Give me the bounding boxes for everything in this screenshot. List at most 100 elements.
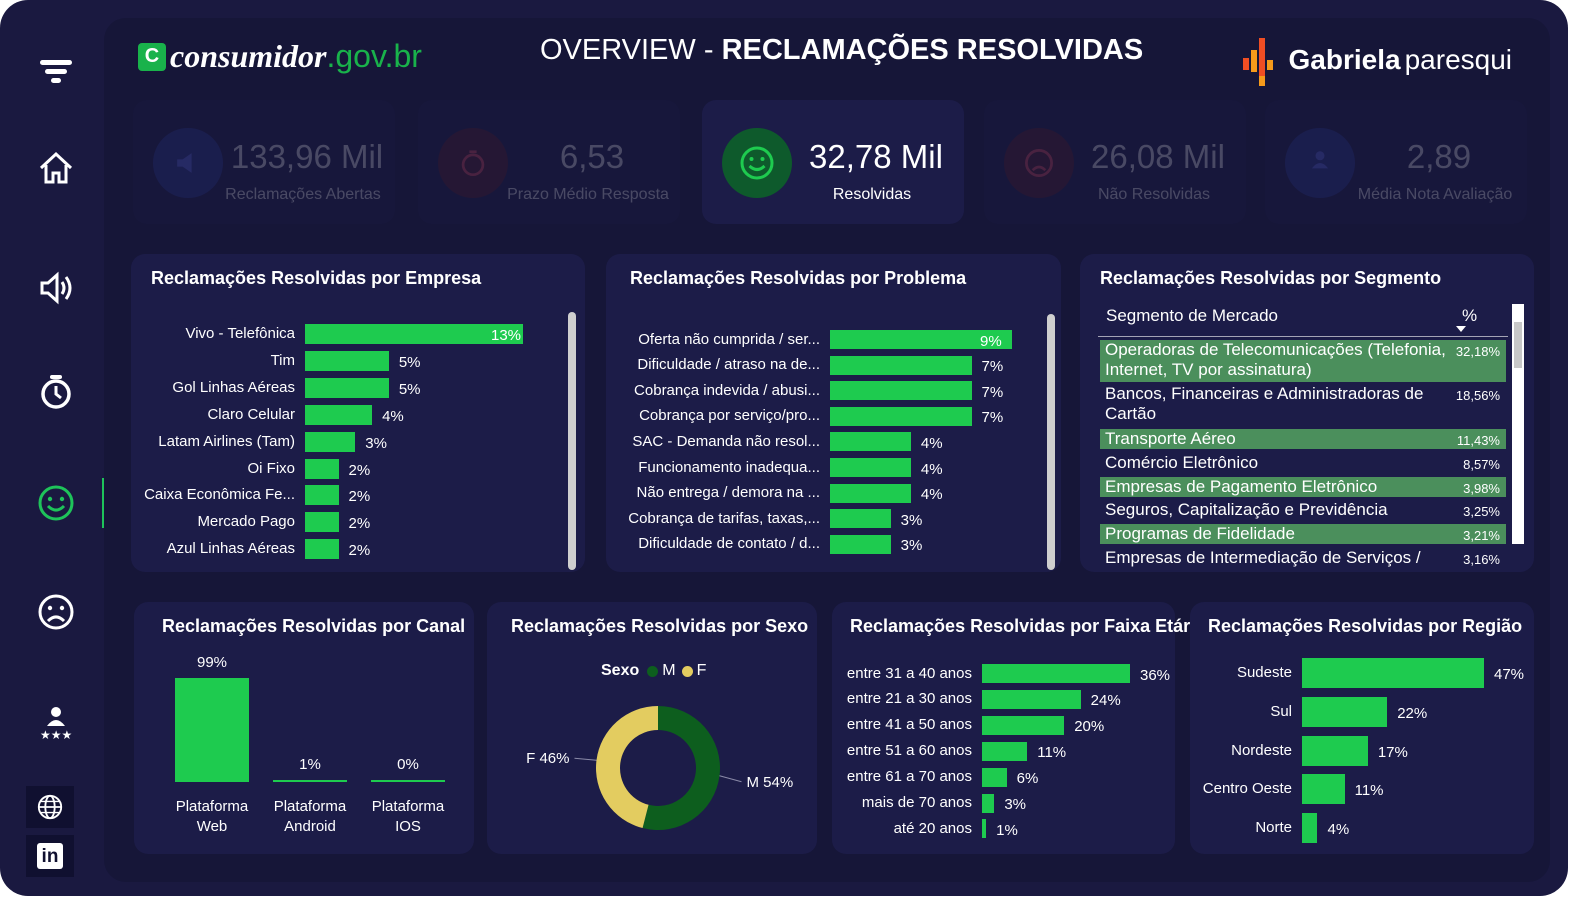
bar[interactable] [1302, 696, 1388, 727]
page-title: OVERVIEW - RECLAMAÇÕES RESOLVIDAS [540, 34, 1143, 67]
table-row[interactable]: Bancos, Financeiras e Administradoras de… [1100, 384, 1506, 426]
bar[interactable] [305, 512, 339, 533]
segment-name: Transporte Aéreo [1105, 429, 1236, 448]
bar[interactable] [982, 793, 995, 813]
bar-category-label: Centro Oeste [1202, 780, 1292, 798]
bar[interactable] [982, 715, 1065, 735]
kpi-prazo-medio[interactable]: 6,53 Prazo Médio Resposta [418, 100, 680, 224]
bar[interactable] [830, 381, 972, 401]
bar-row[interactable]: até 20 anos 1% [832, 819, 1175, 839]
bar-row[interactable]: entre 21 a 30 anos 24% [832, 689, 1175, 709]
bar[interactable] [305, 404, 373, 425]
bar-row[interactable]: Caixa Econômica Fe... 2% [131, 485, 585, 506]
bar-row[interactable]: Latam Airlines (Tam) 3% [131, 431, 585, 452]
bar[interactable] [830, 483, 911, 503]
table-row[interactable]: Seguros, Capitalização e Previdência 3,25… [1100, 500, 1506, 520]
bar-row[interactable]: Sudeste 47% [1190, 658, 1534, 688]
empresa-scrollbar[interactable] [568, 312, 576, 570]
kpi-reclamacoes-abertas[interactable]: 133,96 Mil Reclamações Abertas [133, 100, 395, 224]
kpi-resolvidas[interactable]: 32,78 Mil Resolvidas [702, 100, 964, 224]
bar-row[interactable]: Oi Fixo 2% [131, 458, 585, 479]
bar-row[interactable]: Dificuldade / atraso na de... 7% [606, 355, 1061, 375]
bar[interactable] [305, 350, 389, 371]
column-category-line: Android [284, 818, 336, 835]
bar-row[interactable]: Sul 22% [1190, 696, 1534, 727]
kpi-media-nota[interactable]: 2,89 Média Nota Avaliação [1265, 100, 1527, 224]
bar-row[interactable]: Cobrança de tarifas, taxas,... 3% [606, 509, 1061, 529]
bar-row[interactable]: Oferta não cumprida / ser... 9% [606, 330, 1061, 350]
bar[interactable] [982, 819, 987, 839]
bar-row[interactable]: entre 41 a 50 anos 20% [832, 715, 1175, 735]
bar-value-label: 4% [920, 434, 943, 452]
bar[interactable] [982, 689, 1081, 709]
bar-row[interactable]: Nordeste 17% [1190, 735, 1534, 766]
bar[interactable] [982, 664, 1130, 683]
bar[interactable] [1302, 813, 1318, 844]
segment-column-header[interactable]: Segmento de Mercado [1106, 306, 1278, 326]
table-row[interactable]: Comércio Eletrônico 8,57% [1100, 453, 1506, 473]
bar[interactable] [830, 406, 972, 426]
bar[interactable] [305, 539, 339, 560]
bar[interactable] [305, 431, 356, 452]
bar-row[interactable]: Cobrança por serviço/pro... 7% [606, 406, 1061, 426]
bar[interactable] [982, 741, 1028, 761]
bar[interactable] [830, 355, 972, 375]
bar[interactable] [1302, 658, 1484, 688]
bar[interactable] [305, 485, 339, 506]
bar-row[interactable]: Gol Linhas Aéreas 5% [131, 377, 585, 398]
sad-face-icon[interactable] [28, 584, 84, 640]
bar-category-label: entre 21 a 30 anos [846, 690, 972, 708]
bar[interactable] [305, 458, 339, 479]
bar-row[interactable]: Vivo - Telefônica 13% [131, 324, 585, 344]
bar[interactable] [830, 534, 891, 554]
bar-row[interactable]: Norte 4% [1190, 813, 1534, 844]
segment-scrollbar[interactable] [1512, 304, 1524, 544]
table-row[interactable]: Programas de Fidelidade 3,21% [1100, 524, 1506, 544]
linkedin-icon[interactable]: in [26, 835, 74, 877]
bar[interactable] [982, 767, 1007, 787]
bar[interactable] [1302, 774, 1345, 805]
filter-icon[interactable] [28, 44, 84, 100]
consumidor-logo: C consumidor .gov.br [138, 38, 422, 75]
column-bar[interactable] [371, 780, 445, 782]
table-row[interactable]: Empresas de Intermediação de Serviços / 3… [1100, 548, 1506, 568]
bar[interactable] [305, 377, 389, 398]
bar[interactable] [830, 509, 891, 529]
bar-row[interactable]: SAC - Demanda não resol... 4% [606, 432, 1061, 452]
scrollbar-thumb[interactable] [1514, 322, 1522, 368]
bar-row[interactable]: Azul Linhas Aéreas 2% [131, 539, 585, 560]
table-row[interactable]: Transporte Aéreo 11,43% [1100, 429, 1506, 449]
bar-row[interactable]: Mercado Pago 2% [131, 512, 585, 533]
bar-row[interactable]: entre 61 a 70 anos 6% [832, 767, 1175, 787]
page-title-main: RECLAMAÇÕES RESOLVIDAS [721, 34, 1144, 66]
bar-row[interactable]: Dificuldade de contato / d... 3% [606, 534, 1061, 554]
bar-row[interactable]: entre 31 a 40 anos 36% [832, 664, 1175, 684]
rating-person-icon[interactable]: ★★★ [28, 694, 84, 750]
bar-row[interactable]: entre 51 a 60 anos 11% [832, 741, 1175, 761]
problema-scrollbar[interactable] [1047, 314, 1055, 570]
speaker-icon[interactable] [28, 260, 84, 316]
globe-icon[interactable] [26, 786, 74, 828]
table-row[interactable]: Empresas de Pagamento Eletrônico 3,98% [1100, 477, 1506, 497]
bar-row[interactable]: Centro Oeste 11% [1190, 774, 1534, 805]
bar-row[interactable]: Não entrega / demora na ... 4% [606, 483, 1061, 503]
sort-desc-icon[interactable] [1456, 326, 1466, 332]
home-icon[interactable] [28, 140, 84, 196]
column-bar[interactable] [273, 780, 347, 782]
bar-row[interactable]: Cobrança indevida / abusi... 7% [606, 381, 1061, 401]
percent-column-header[interactable]: % [1462, 306, 1477, 326]
timer-icon[interactable] [28, 364, 84, 420]
kpi-nao-resolvidas[interactable]: 26,08 Mil Não Resolvidas [984, 100, 1246, 224]
smile-icon[interactable] [28, 475, 84, 531]
bar-row[interactable]: mais de 70 anos 3% [832, 793, 1175, 813]
bar-row[interactable]: Claro Celular 4% [131, 404, 585, 425]
page-title-prefix: OVERVIEW - [540, 34, 722, 66]
column-bar[interactable] [175, 678, 249, 782]
bar-row[interactable]: Tim 5% [131, 350, 585, 371]
table-row[interactable]: Operadoras de Telecomunicações (Telefoni… [1100, 340, 1506, 382]
bar[interactable] [830, 458, 911, 477]
bar-row[interactable]: Funcionamento inadequa... 4% [606, 458, 1061, 478]
smile-kpi-icon [722, 128, 792, 198]
bar[interactable] [1302, 735, 1368, 766]
bar[interactable] [830, 432, 911, 452]
